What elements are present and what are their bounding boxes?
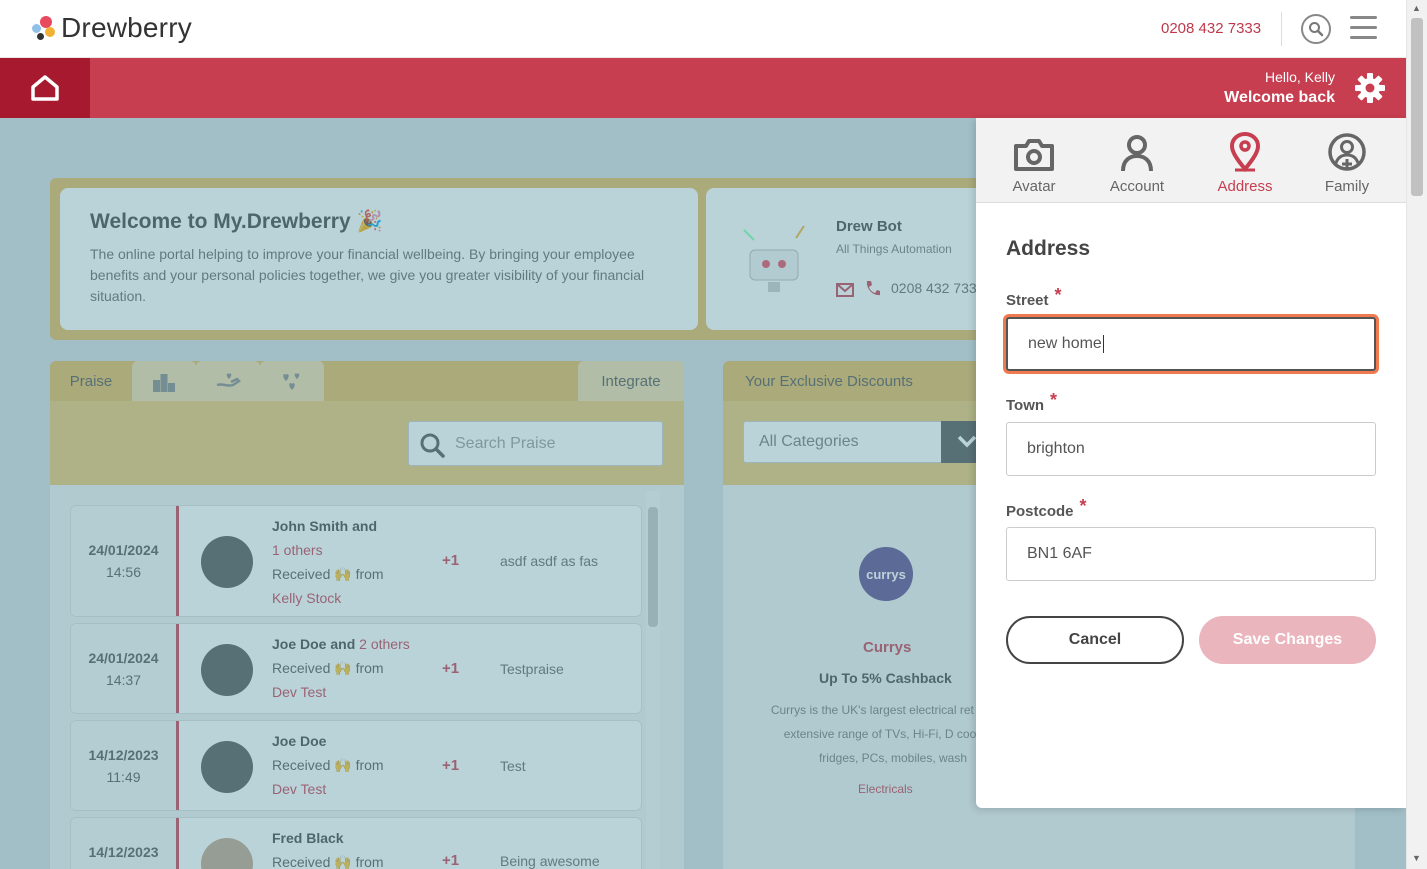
required-marker: * <box>1050 390 1058 410</box>
user-icon <box>1121 135 1153 172</box>
street-label-text: Street <box>1006 292 1049 309</box>
top-bar: Drewberry 0208 432 7333 <box>0 0 1406 58</box>
search-icon <box>1309 22 1324 37</box>
postcode-input-value: BN1 6AF <box>1027 545 1092 562</box>
greeting-text: Hello, Kelly <box>1264 69 1335 85</box>
street-input[interactable]: new home <box>1006 317 1376 371</box>
postcode-label: Postcode * <box>1006 496 1087 521</box>
scroll-up-arrow[interactable]: ▲ <box>1412 3 1421 13</box>
home-button[interactable] <box>0 58 90 118</box>
scroll-down-arrow[interactable]: ▼ <box>1412 853 1421 863</box>
brand-name: Drewberry <box>61 12 192 43</box>
tab-family-label: Family <box>1324 178 1370 195</box>
page-scroll-thumb[interactable] <box>1411 18 1423 196</box>
postcode-input[interactable]: BN1 6AF <box>1006 527 1376 581</box>
profile-side-panel: Avatar Account Address Family Address St… <box>976 118 1406 808</box>
required-marker: * <box>1079 496 1087 516</box>
header-phone-link[interactable]: 0208 432 7333 <box>1161 20 1261 37</box>
tab-account-label: Account <box>1109 178 1165 195</box>
settings-button[interactable] <box>1354 72 1386 109</box>
tab-avatar[interactable]: Avatar <box>984 132 1084 195</box>
tab-account[interactable]: Account <box>1087 132 1187 195</box>
cancel-button[interactable]: Cancel <box>1006 616 1184 664</box>
tab-family[interactable]: Family <box>1297 132 1397 195</box>
panel-title: Address <box>1006 237 1091 260</box>
town-input[interactable]: brighton <box>1006 422 1376 476</box>
add-family-icon <box>1328 133 1366 171</box>
search-button[interactable] <box>1301 14 1331 44</box>
location-pin-icon <box>1229 132 1261 172</box>
town-input-value: brighton <box>1027 440 1085 457</box>
user-bar: Hello, Kelly Welcome back <box>0 58 1406 118</box>
required-marker: * <box>1054 285 1062 305</box>
save-changes-button[interactable]: Save Changes <box>1199 616 1376 664</box>
header-divider <box>1281 12 1282 46</box>
street-input-value: new home <box>1028 335 1102 352</box>
home-icon <box>31 75 59 101</box>
tab-avatar-label: Avatar <box>1012 178 1056 195</box>
camera-icon <box>1014 139 1054 171</box>
drewberry-logo[interactable]: Drewberry <box>32 12 192 44</box>
profile-tabs: Avatar Account Address Family <box>976 118 1406 203</box>
text-cursor <box>1102 335 1104 353</box>
logo-dots-icon <box>32 14 58 42</box>
gear-icon <box>1355 73 1385 103</box>
town-label: Town * <box>1006 390 1057 415</box>
street-label: Street * <box>1006 285 1062 310</box>
welcome-back-text: Welcome back <box>1224 89 1335 106</box>
tab-address[interactable]: Address <box>1195 132 1295 195</box>
postcode-label-text: Postcode <box>1006 503 1074 520</box>
user-greeting: Hello, Kelly Welcome back <box>1224 69 1335 107</box>
page-scrollbar[interactable]: ▲ ▼ <box>1406 0 1427 869</box>
town-label-text: Town <box>1006 397 1045 414</box>
tab-address-label: Address <box>1217 178 1273 195</box>
menu-button[interactable] <box>1350 16 1377 46</box>
